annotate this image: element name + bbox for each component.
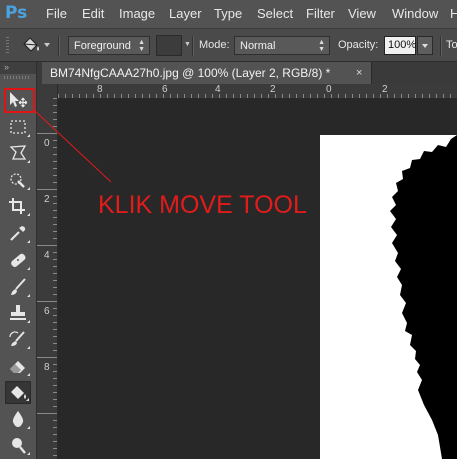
annotation-label: KLIK MOVE TOOL bbox=[98, 191, 307, 219]
annotation-pointer-line bbox=[34, 110, 112, 183]
